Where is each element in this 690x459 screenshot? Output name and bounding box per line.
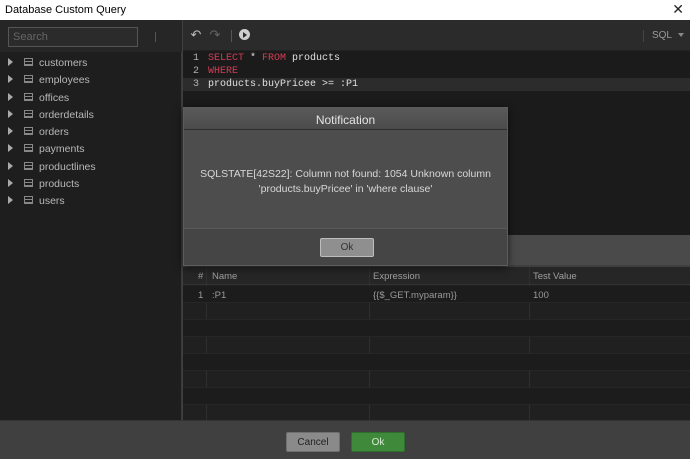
tree-item-label: products [39,178,80,191]
divider [155,32,156,42]
sql-keyword: WHERE [208,66,239,77]
tree-item-products[interactable]: products [0,176,182,193]
tree-item-orderdetails[interactable]: orderdetails [0,107,182,124]
param-test-value[interactable]: 100 [533,290,549,301]
code-line: 1 SELECT * FROM products [183,52,690,65]
notification-header: Notification [184,108,507,130]
table-row [183,371,690,388]
tree-item-label: orderdetails [39,108,94,121]
expand-arrow-icon[interactable] [8,92,13,101]
undo-icon[interactable]: ↶ [189,28,203,42]
tree-item-productlines[interactable]: productlines [0,159,182,176]
table-icon [24,161,33,170]
code-text: WHERE [208,66,238,77]
divider [231,30,232,42]
code-token: * [244,53,263,64]
sidebar: customers employees offices orderdetails [0,20,182,420]
column-header-name: Name [212,271,238,282]
error-message-line: 'products.buyPricee' in 'where clause' [258,183,433,195]
code-editor[interactable]: 1 SELECT * FROM products 2 WHERE 3 produ… [183,52,690,91]
notification-dialog: Notification SQLSTATE[42S22]: Column not… [183,107,508,266]
notification-body: SQLSTATE[42S22]: Column not found: 1054 … [184,130,507,228]
tree-item-label: customers [39,57,88,69]
window-title: Database Custom Query [5,4,127,16]
row-num: 1 [198,290,204,301]
line-number: 1 [193,53,200,64]
tree-item-label: users [39,195,65,208]
table-icon [24,75,33,84]
tree-item-label: offices [39,91,70,104]
tree-item-orders[interactable]: orders [0,124,182,141]
table-row [183,337,690,354]
column-header-num: # [198,271,204,282]
error-message-line: SQLSTATE[42S22]: Column not found: 1054 … [200,168,491,180]
sql-keyword: FROM [262,53,287,64]
expand-arrow-icon[interactable] [8,161,13,170]
search-input[interactable] [8,27,138,47]
notification-ok-button[interactable]: Ok [320,238,374,257]
divider [643,30,644,42]
tree-item-label: orders [39,126,69,139]
table-header: # Name Expression Test Value [183,267,690,285]
error-message: SQLSTATE[42S22]: Column not found: 1054 … [194,167,497,197]
table-row[interactable]: 1 :P1 {{$_GET.myparam}} 100 [183,286,690,303]
line-number: 2 [193,66,200,77]
parameters-table: # Name Expression Test Value 1 :P1 {{$_G… [183,267,690,422]
tree-item-employees[interactable]: employees [0,72,182,89]
close-icon[interactable]: ✕ [672,1,684,18]
sql-keyword: SELECT [208,53,245,64]
table-body: 1 :P1 {{$_GET.myparam}} 100 [183,286,690,422]
tree-item-label: payments [39,143,85,156]
language-select[interactable]: SQL [652,30,672,41]
expand-arrow-icon[interactable] [8,75,13,84]
table-icon [24,179,33,188]
table-icon [24,58,33,66]
search-bar [0,20,182,52]
table-row [183,303,690,320]
expand-arrow-icon[interactable] [8,109,13,118]
window-titlebar: Database Custom Query ✕ [0,0,690,20]
chevron-down-icon[interactable] [678,33,684,37]
tree-item-label: employees [39,74,90,87]
line-number: 3 [193,79,200,90]
expand-arrow-icon[interactable] [8,144,13,153]
tree-item-payments[interactable]: payments [0,141,182,158]
redo-icon[interactable]: ↷ [208,28,222,42]
dialog-footer: Cancel Ok [0,420,690,459]
table-icon [24,92,33,101]
run-query-icon[interactable] [239,29,250,40]
tree-item-customers[interactable]: customers [0,55,182,72]
param-expression[interactable]: {{$_GET.myparam}} [373,290,457,301]
table-icon [24,127,33,136]
expand-arrow-icon[interactable] [8,127,13,136]
table-icon [24,144,33,153]
code-text: products.buyPricee >= :P1 [208,79,359,90]
column-header-test-value: Test Value [533,271,577,282]
expand-arrow-icon[interactable] [8,58,13,66]
table-icon [24,109,33,118]
expand-arrow-icon[interactable] [8,196,13,205]
editor-toolbar: ↶ ↷ SQL [183,20,690,51]
table-row [183,320,690,337]
param-name[interactable]: :P1 [212,290,226,301]
cancel-button[interactable]: Cancel [286,432,340,452]
code-line-active: 3 products.buyPricee >= :P1 [183,78,690,91]
code-line: 2 WHERE [183,65,690,78]
tree-item-offices[interactable]: offices [0,90,182,107]
ok-button[interactable]: Ok [351,432,405,452]
code-token: products [286,53,341,64]
table-row [183,354,690,371]
column-header-expression: Expression [373,271,420,282]
table-icon [24,196,33,205]
notification-footer: Ok [184,228,507,265]
code-text: SELECT * FROM products [208,53,340,64]
tree-item-label: productlines [39,160,96,173]
table-tree: customers employees offices orderdetails [0,55,182,211]
notification-title: Notification [315,113,376,127]
expand-arrow-icon[interactable] [8,179,13,188]
table-row [183,388,690,405]
tree-item-users[interactable]: users [0,193,182,210]
